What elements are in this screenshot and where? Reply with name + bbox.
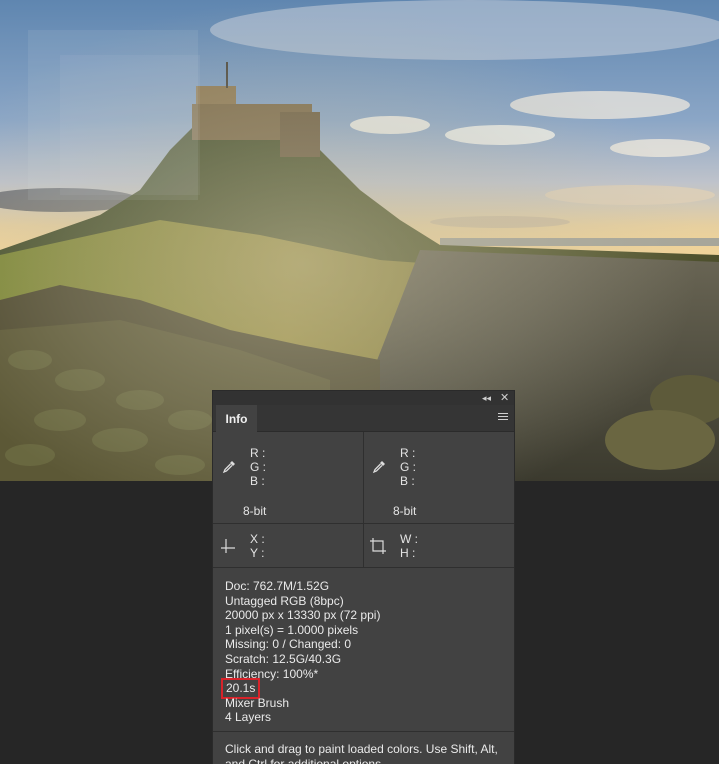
missing-changed: Missing: 0 / Changed: 0 bbox=[225, 637, 352, 652]
position-readout: X : Y : bbox=[213, 524, 363, 567]
tab-info[interactable]: Info bbox=[216, 405, 257, 433]
panel-tab-bar: Info bbox=[213, 405, 514, 433]
bit-depth-label: 8-bit bbox=[393, 504, 417, 518]
y-coordinate-label: Y : bbox=[250, 546, 265, 560]
red-channel-label: R : bbox=[400, 446, 416, 460]
efficiency: Efficiency: 100%* bbox=[225, 666, 319, 681]
color-readout-1: R : G : B : 8-bit bbox=[213, 432, 363, 523]
eyedropper-icon bbox=[372, 461, 385, 474]
divider bbox=[213, 567, 514, 568]
red-channel-label: R : bbox=[250, 446, 266, 460]
height-label: H : bbox=[400, 546, 416, 560]
document-dimensions: 20000 px x 13330 px (72 ppi) bbox=[225, 608, 381, 623]
divider bbox=[213, 731, 514, 732]
double-chevron-left-icon[interactable]: ◂◂ bbox=[482, 391, 491, 405]
x-coordinate-label: X : bbox=[250, 532, 265, 546]
blue-channel-label: B : bbox=[400, 474, 415, 488]
pixel-aspect-ratio: 1 pixel(s) = 1.0000 pixels bbox=[225, 622, 359, 637]
document-info: Doc: 762.7M/1.52G Untagged RGB (8bpc) 20… bbox=[220, 579, 381, 725]
panel-title-strip[interactable]: ◂◂ ✕ bbox=[213, 391, 514, 405]
panel-menu-icon[interactable] bbox=[498, 413, 508, 423]
color-profile: Untagged RGB (8bpc) bbox=[225, 593, 344, 608]
tool-hint: Click and drag to paint loaded colors. U… bbox=[225, 742, 498, 764]
color-readout-2: R : G : B : 8-bit bbox=[364, 432, 514, 523]
crosshair-icon bbox=[221, 539, 235, 553]
current-tool: Mixer Brush bbox=[225, 695, 290, 710]
eyedropper-icon bbox=[222, 461, 235, 474]
size-readout: W : H : bbox=[364, 524, 514, 567]
timing: 20.1s bbox=[220, 678, 261, 699]
layer-count: 4 Layers bbox=[225, 710, 272, 725]
doc-size: Doc: 762.7M/1.52G bbox=[225, 579, 330, 593]
blue-channel-label: B : bbox=[250, 474, 265, 488]
bit-depth-label: 8-bit bbox=[243, 504, 267, 518]
width-label: W : bbox=[400, 532, 418, 546]
green-channel-label: G : bbox=[250, 460, 267, 474]
scratch-sizes: Scratch: 12.5G/40.3G bbox=[225, 651, 342, 666]
info-panel: ◂◂ ✕ Info R : G : B : 8-bit R : G : B : … bbox=[212, 390, 515, 764]
selection-marquee-icon bbox=[370, 538, 386, 554]
green-channel-label: G : bbox=[400, 460, 417, 474]
close-icon[interactable]: ✕ bbox=[500, 391, 509, 405]
